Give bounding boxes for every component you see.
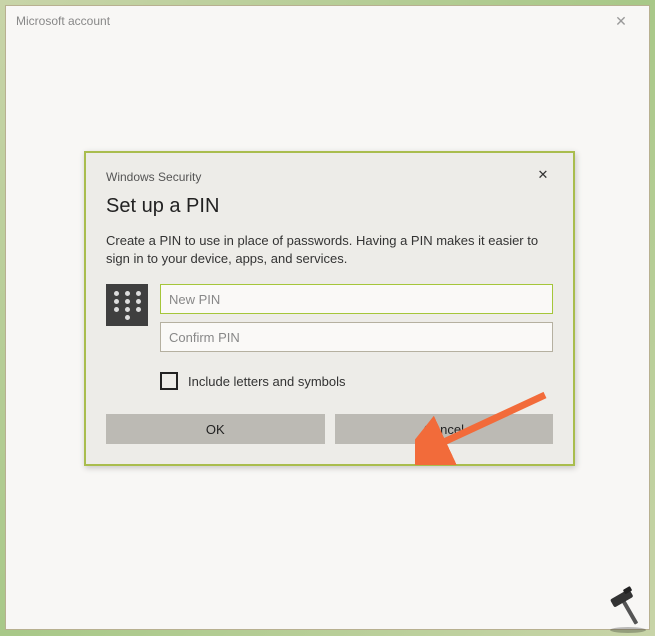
- dialog-button-row: OK Cancel: [106, 414, 553, 444]
- keypad-icon: [106, 284, 148, 326]
- include-symbols-row: Include letters and symbols: [160, 372, 553, 390]
- close-icon[interactable]: ✕: [601, 9, 641, 33]
- dialog-titlebar: Windows Security ✕: [106, 167, 553, 187]
- cancel-button[interactable]: Cancel: [335, 414, 554, 444]
- include-symbols-checkbox[interactable]: [160, 372, 178, 390]
- dialog-heading: Set up a PIN: [106, 195, 553, 218]
- confirm-pin-input[interactable]: [160, 322, 553, 352]
- pin-fields: [160, 284, 553, 360]
- dialog-description: Create a PIN to use in place of password…: [106, 232, 553, 268]
- new-pin-input[interactable]: [160, 284, 553, 314]
- close-icon[interactable]: ✕: [533, 167, 553, 187]
- outer-window-title: Microsoft account: [16, 14, 601, 28]
- dialog-title: Windows Security: [106, 170, 533, 184]
- microsoft-account-window: Microsoft account ✕ Windows Security ✕ S…: [5, 5, 650, 630]
- pin-input-row: [106, 284, 553, 360]
- include-symbols-label: Include letters and symbols: [188, 374, 346, 389]
- security-dialog: Windows Security ✕ Set up a PIN Create a…: [84, 151, 575, 466]
- ok-button[interactable]: OK: [106, 414, 325, 444]
- outer-titlebar: Microsoft account ✕: [6, 6, 649, 36]
